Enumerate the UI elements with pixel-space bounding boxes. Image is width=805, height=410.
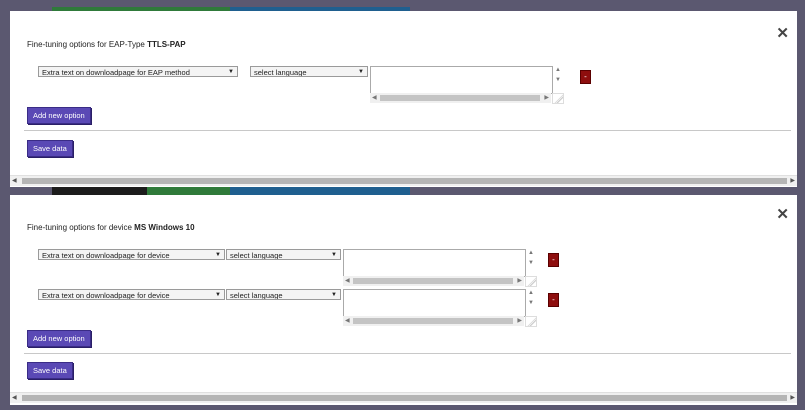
chevron-down-icon: ▼ [215, 252, 221, 258]
textarea-vertical-scrollbar[interactable]: ▲ ▼ [525, 289, 537, 315]
chevron-down-icon: ▼ [215, 292, 221, 298]
chevron-down-icon: ▼ [331, 292, 337, 298]
resize-grip[interactable] [525, 316, 537, 327]
background-strip-dark [52, 187, 147, 195]
option-row: Extra text on downloadpage for device ▼ s… [27, 289, 667, 329]
delete-option-button[interactable]: - [548, 293, 559, 307]
option-value-textarea[interactable]: ▲ ▼ ◀ ▶ [343, 249, 538, 289]
resize-grip[interactable] [525, 276, 537, 287]
resize-grip[interactable] [552, 93, 564, 104]
delete-option-button[interactable]: - [548, 253, 559, 267]
fine-tuning-dialog-device: Fine-tuning options for device MS Window… [10, 195, 797, 405]
textarea-vertical-scrollbar[interactable]: ▲ ▼ [552, 66, 564, 92]
textarea-horizontal-scrollbar[interactable]: ◀ ▶ [343, 316, 524, 326]
textarea-box[interactable] [343, 289, 526, 317]
divider [24, 353, 791, 354]
dialog-title: Fine-tuning options for device MS Window… [27, 223, 195, 232]
option-type-select[interactable]: Extra text on downloadpage for EAP metho… [38, 66, 238, 77]
add-new-option-button[interactable]: Add new option [27, 330, 91, 347]
chevron-down-icon: ▼ [228, 69, 234, 75]
divider [24, 130, 791, 131]
option-type-select[interactable]: Extra text on downloadpage for device ▼ [38, 249, 225, 260]
save-data-button[interactable]: Save data [27, 362, 73, 379]
close-icon[interactable]: ✕ [776, 207, 789, 222]
background-strip-blue [230, 187, 410, 195]
dialog-horizontal-scrollbar[interactable]: ◀ ▶ [10, 392, 797, 403]
save-data-button[interactable]: Save data [27, 140, 73, 157]
chevron-down-icon: ▼ [331, 252, 337, 258]
delete-option-button[interactable]: - [580, 70, 591, 84]
language-select[interactable]: select language ▼ [226, 249, 341, 260]
option-value-textarea[interactable]: ▲ ▼ ◀ ▶ [370, 66, 565, 106]
textarea-horizontal-scrollbar[interactable]: ◀ ▶ [370, 93, 551, 103]
dialog-horizontal-scrollbar[interactable]: ◀ ▶ [10, 175, 797, 186]
option-value-textarea[interactable]: ▲ ▼ ◀ ▶ [343, 289, 538, 329]
option-row: Extra text on downloadpage for EAP metho… [27, 66, 667, 106]
textarea-box[interactable] [370, 66, 553, 94]
textarea-box[interactable] [343, 249, 526, 277]
textarea-vertical-scrollbar[interactable]: ▲ ▼ [525, 249, 537, 275]
chevron-down-icon: ▼ [358, 69, 364, 75]
option-row: Extra text on downloadpage for device ▼ s… [27, 249, 667, 289]
language-select[interactable]: select language ▼ [250, 66, 368, 77]
background-strip-green [147, 187, 230, 195]
language-select[interactable]: select language ▼ [226, 289, 341, 300]
fine-tuning-dialog-eap: Fine-tuning options for EAP-Type TTLS-PA… [10, 11, 797, 187]
close-icon[interactable]: ✕ [776, 26, 789, 41]
add-new-option-button[interactable]: Add new option [27, 107, 91, 124]
dialog-title: Fine-tuning options for EAP-Type TTLS-PA… [27, 40, 186, 49]
option-type-select[interactable]: Extra text on downloadpage for device ▼ [38, 289, 225, 300]
textarea-horizontal-scrollbar[interactable]: ◀ ▶ [343, 276, 524, 286]
